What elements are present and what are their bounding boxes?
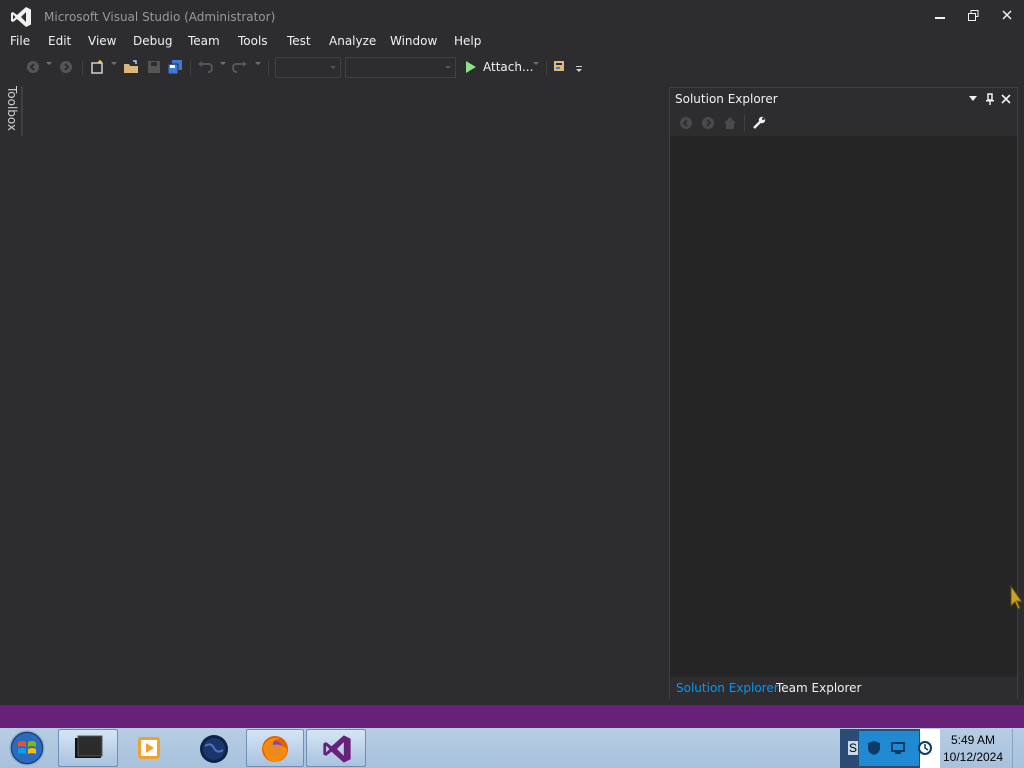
home-icon[interactable] — [723, 116, 737, 130]
save-button[interactable] — [145, 58, 163, 76]
toolbar-separator — [546, 60, 547, 76]
undo-dropdown-arrow[interactable] — [220, 62, 226, 65]
open-file-icon — [124, 60, 138, 73]
status-bar — [0, 705, 1024, 728]
tab-solution-explorer[interactable]: Solution Explorer — [676, 681, 779, 695]
toolbox-label: Toolbox — [5, 86, 19, 131]
redo-icon — [232, 61, 247, 73]
solution-tree[interactable] — [670, 136, 1017, 677]
title-bar: Microsoft Visual Studio (Administrator) — [0, 0, 1024, 32]
start-button[interactable] — [464, 58, 478, 76]
media-player-icon — [138, 737, 160, 759]
new-dropdown-arrow[interactable] — [111, 62, 117, 65]
save-all-icon — [167, 60, 182, 75]
start-orb-icon[interactable] — [7, 730, 47, 766]
taskbar-item-firefox[interactable] — [246, 729, 304, 767]
menu-test[interactable]: Test — [287, 34, 311, 48]
chevron-down-icon — [330, 66, 336, 69]
menu-bar: File Edit View Debug Team Tools Test Ana… — [0, 32, 1024, 52]
taskbar-item-visual-studio[interactable] — [306, 729, 366, 767]
undo-icon — [198, 61, 213, 73]
update-icon[interactable] — [918, 741, 932, 755]
wrench-icon[interactable] — [752, 116, 766, 130]
taskbar-item-browser-globe[interactable] — [184, 729, 244, 767]
window-title: Microsoft Visual Studio (Administrator) — [44, 10, 276, 24]
taskbar-item-media-player[interactable] — [120, 729, 180, 767]
find-in-files-button[interactable] — [552, 58, 570, 76]
attach-dropdown-arrow[interactable] — [533, 62, 539, 65]
menu-analyze[interactable]: Analyze — [329, 34, 376, 48]
menu-file[interactable]: File — [10, 34, 30, 48]
chevron-down-icon[interactable] — [969, 96, 977, 102]
play-icon — [466, 61, 476, 73]
solution-explorer-header: Solution Explorer — [670, 88, 1017, 110]
close-button[interactable] — [991, 4, 1023, 26]
clock-time[interactable]: 5:49 AM — [940, 733, 1006, 747]
vs-logo-icon — [323, 735, 351, 763]
new-project-button[interactable] — [88, 58, 106, 76]
close-icon[interactable] — [1001, 94, 1011, 104]
new-project-icon — [91, 60, 103, 74]
open-file-button[interactable] — [122, 58, 140, 76]
taskbar-item-explorer[interactable] — [58, 729, 118, 767]
tab-team-explorer[interactable]: Team Explorer — [776, 681, 862, 695]
back-icon — [27, 61, 39, 73]
chevron-down-icon — [576, 66, 582, 72]
menu-view[interactable]: View — [88, 34, 116, 48]
find-icon — [554, 61, 564, 71]
toolbar-options-button[interactable] — [574, 58, 584, 76]
menu-team[interactable]: Team — [188, 34, 220, 48]
chevron-down-icon — [445, 66, 451, 69]
solution-explorer-title: Solution Explorer — [675, 92, 778, 106]
pin-icon[interactable] — [985, 93, 995, 105]
system-tray: S — [840, 729, 940, 768]
minimize-icon — [935, 17, 945, 19]
solution-explorer-tabs: Solution Explorer Team Explorer — [670, 677, 1017, 699]
toolbox-tab[interactable]: Toolbox — [5, 86, 23, 136]
back-dropdown-arrow[interactable] — [46, 62, 52, 65]
firefox-icon — [262, 736, 288, 762]
solution-configuration-combo[interactable] — [275, 57, 341, 78]
undo-button[interactable] — [196, 58, 214, 76]
menu-debug[interactable]: Debug — [133, 34, 172, 48]
forward-icon — [60, 61, 72, 73]
mouse-cursor-icon — [1010, 584, 1024, 610]
back-icon[interactable] — [679, 116, 693, 130]
menu-tools[interactable]: Tools — [238, 34, 268, 48]
show-desktop-button[interactable] — [1012, 729, 1024, 768]
redo-button[interactable] — [231, 58, 249, 76]
clock-date[interactable]: 10/12/2024 — [940, 750, 1006, 764]
menu-window[interactable]: Window — [390, 34, 437, 48]
toolbar-separator — [268, 60, 269, 76]
toolbar-separator — [82, 60, 83, 76]
minimize-button[interactable] — [924, 4, 956, 26]
network-icon[interactable] — [890, 741, 906, 755]
forward-button[interactable] — [58, 58, 74, 76]
attach-button-label[interactable]: Attach... — [483, 60, 533, 74]
save-icon — [148, 61, 160, 73]
globe-icon — [200, 735, 228, 763]
menu-help[interactable]: Help — [454, 34, 481, 48]
restore-button[interactable] — [957, 4, 989, 26]
vs-logo-icon — [11, 7, 31, 27]
solution-explorer-toolbar — [670, 110, 1017, 136]
solution-explorer-panel: Solution Explorer Solution Explorer Team… — [669, 87, 1018, 699]
close-icon — [1002, 10, 1012, 20]
folder-window-icon — [75, 735, 103, 758]
redo-dropdown-arrow[interactable] — [255, 62, 261, 65]
restore-icon — [967, 9, 978, 21]
menu-edit[interactable]: Edit — [48, 34, 71, 48]
tray-letter: S — [848, 741, 859, 755]
toolbar-separator — [190, 60, 191, 76]
save-all-button[interactable] — [166, 58, 184, 76]
toolbar-separator — [744, 115, 745, 131]
forward-icon[interactable] — [701, 116, 715, 130]
solution-platform-combo[interactable] — [345, 57, 456, 78]
back-button[interactable] — [25, 58, 41, 76]
shield-icon[interactable] — [867, 740, 881, 756]
standard-toolbar: Attach... — [0, 54, 1024, 80]
